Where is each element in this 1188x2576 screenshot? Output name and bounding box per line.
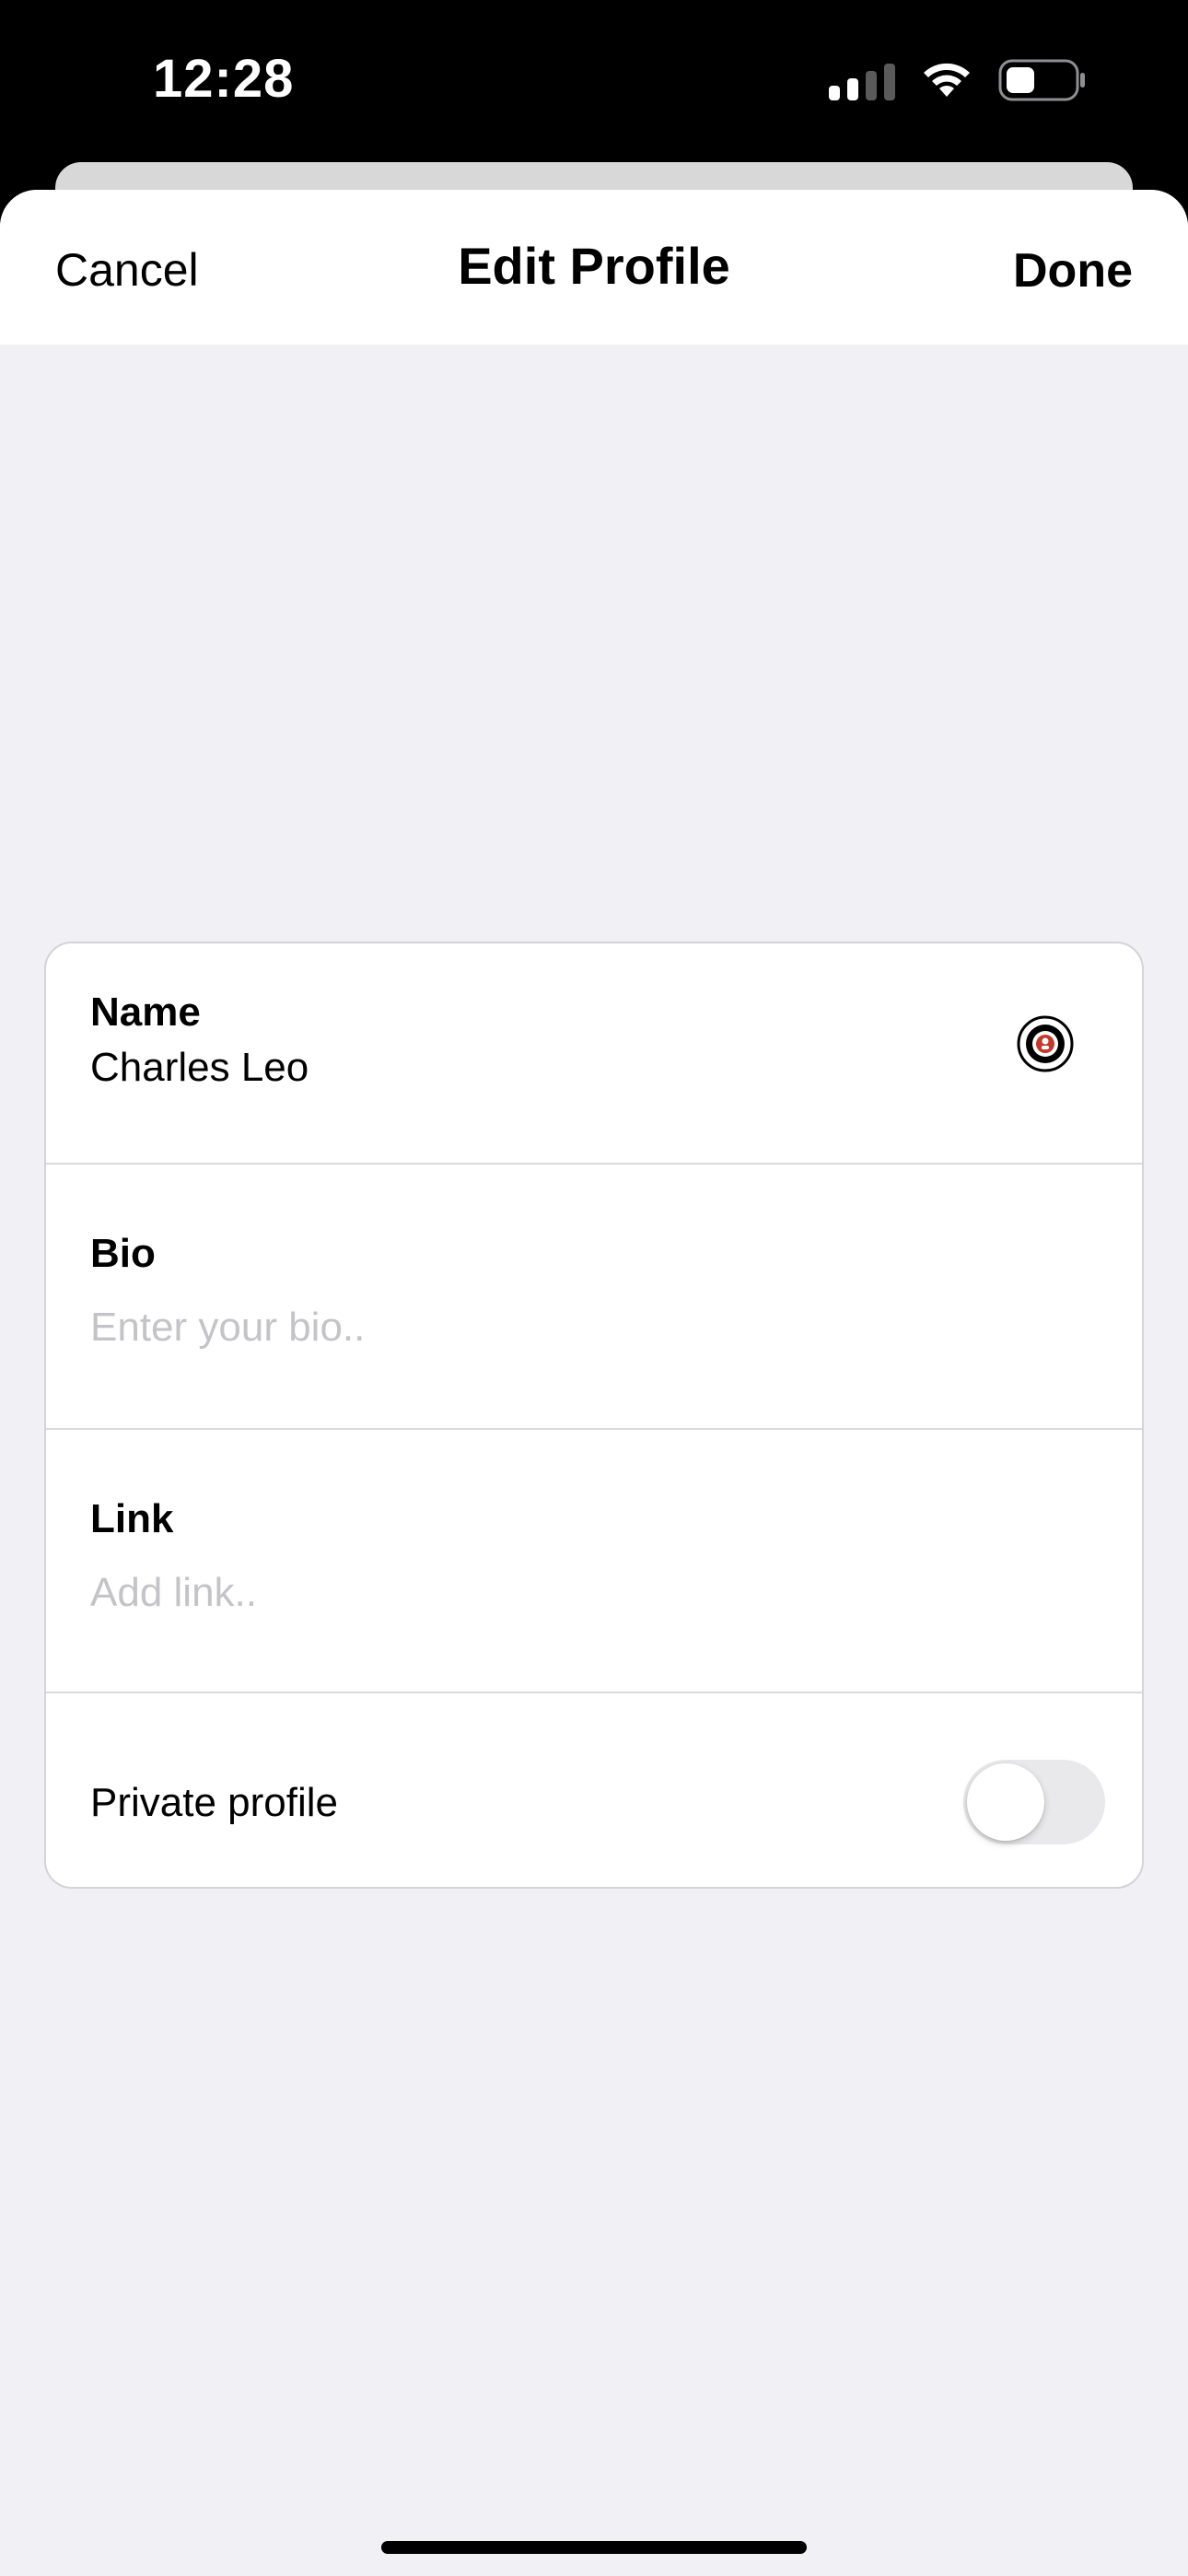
name-label: Name — [90, 989, 201, 1035]
link-input[interactable]: Add link.. — [90, 1570, 257, 1616]
bio-input[interactable]: Enter your bio.. — [90, 1305, 365, 1351]
battery-icon — [998, 59, 1085, 101]
cellular-signal-icon — [829, 60, 895, 100]
done-button[interactable]: Done — [1013, 243, 1133, 299]
link-row[interactable]: Link Add link.. — [46, 1430, 1142, 1693]
bio-label: Bio — [90, 1231, 156, 1276]
status-bar: 12:28 — [0, 0, 1188, 166]
page-title: Edit Profile — [458, 237, 730, 295]
edit-profile-sheet: Cancel Edit Profile Done Name Charles Le… — [0, 190, 1188, 2576]
status-time: 12:28 — [153, 49, 295, 109]
home-indicator[interactable] — [381, 2541, 807, 2554]
profile-form-card: Name Charles Leo Bio Enter your bio.. Li… — [44, 942, 1144, 1889]
link-label: Link — [90, 1496, 174, 1541]
toggle-knob — [967, 1763, 1044, 1841]
status-icons — [829, 59, 1087, 101]
name-field[interactable]: Charles Leo — [90, 1045, 309, 1091]
bio-row[interactable]: Bio Enter your bio.. — [46, 1165, 1142, 1430]
private-profile-row: Private profile — [46, 1693, 1142, 1887]
private-profile-label: Private profile — [90, 1780, 339, 1825]
wifi-icon — [924, 63, 970, 97]
private-profile-toggle[interactable] — [963, 1760, 1105, 1844]
navigation-bar: Cancel Edit Profile Done — [0, 190, 1188, 345]
avatar-icon[interactable] — [1017, 1015, 1074, 1072]
name-row[interactable]: Name Charles Leo — [46, 943, 1142, 1165]
